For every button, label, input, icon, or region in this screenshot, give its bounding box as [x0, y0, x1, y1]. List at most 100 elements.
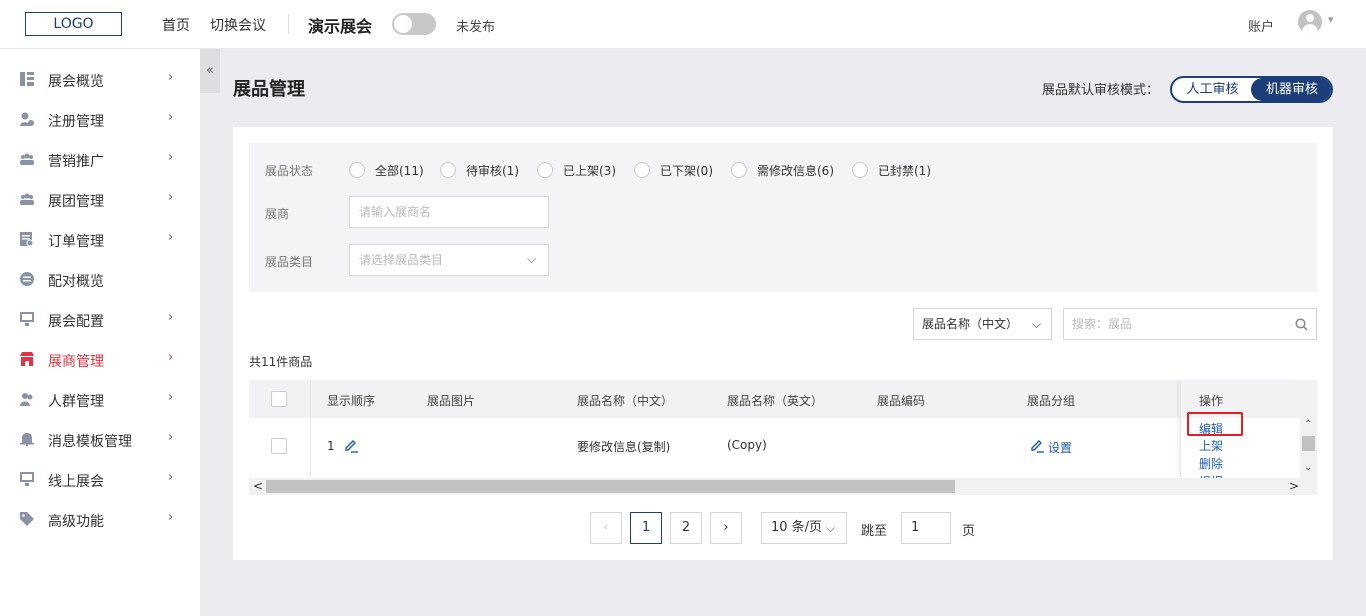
vertical-scrollbar[interactable]: ⌃ ⌄	[1300, 418, 1317, 478]
page-size-value: 10 条/页	[771, 520, 823, 535]
sidebar-item-exhibitor-management[interactable]: 展商管理 ›	[0, 339, 200, 379]
delete-link[interactable]: 删除	[1199, 455, 1223, 472]
review-mode-machine[interactable]: 机器审核	[1251, 78, 1331, 101]
radio-label: 全部(11)	[375, 164, 424, 178]
avatar-icon[interactable]	[1298, 10, 1322, 34]
row-checkbox[interactable]	[271, 438, 287, 454]
sidebar-item-online-expo[interactable]: 线上展会 ›	[0, 459, 200, 499]
page-size-select[interactable]: 10 条/页 ⌵	[761, 512, 847, 544]
radio-circle	[537, 162, 553, 178]
sidebar: 展会概览 › 注册管理 › 营销推广 › 展团管理 › 订单管理 › 配对概览 …	[0, 49, 200, 616]
search-placeholder: 搜索：展品	[1072, 317, 1133, 331]
column-header: 显示顺序	[327, 394, 376, 408]
scroll-up-icon[interactable]: ⌃	[1304, 419, 1312, 430]
chevron-right-icon: ›	[168, 110, 174, 125]
account-link[interactable]: 账户	[1248, 16, 1274, 35]
page-title: 展品管理	[233, 79, 305, 100]
sidebar-item-expo-overview[interactable]: 展会概览 ›	[0, 59, 200, 99]
radio-label: 已上架(3)	[563, 164, 616, 178]
nav-home[interactable]: 首页	[162, 15, 190, 35]
group-settings-link[interactable]: 设置	[1048, 439, 1072, 456]
scroll-left-icon[interactable]: <	[253, 479, 263, 493]
dashboard-icon	[20, 72, 34, 86]
prev-page-button[interactable]: ‹	[590, 512, 622, 544]
display-order: 1	[327, 439, 335, 453]
header-divider	[288, 14, 289, 34]
page-suffix: 页	[962, 524, 976, 539]
scroll-right-icon[interactable]: >	[1289, 479, 1299, 493]
edit-icon[interactable]	[343, 437, 359, 453]
radio-label: 需修改信息(6)	[757, 164, 834, 178]
nav-switch-meeting[interactable]: 切换会议	[210, 15, 266, 35]
radio-label: 已下架(0)	[660, 164, 713, 178]
sort-field-select[interactable]: 展品名称（中文） ⌵	[913, 308, 1052, 340]
scroll-thumb[interactable]	[1302, 436, 1315, 451]
user-register-icon	[20, 112, 34, 126]
search-icon[interactable]	[1295, 318, 1308, 331]
horizontal-scrollbar[interactable]: < >	[249, 478, 1317, 495]
sidebar-item-group-management[interactable]: 展团管理 ›	[0, 179, 200, 219]
scroll-thumb[interactable]	[266, 480, 955, 493]
sidebar-item-message-templates[interactable]: 消息模板管理 ›	[0, 419, 200, 459]
review-mode-manual[interactable]: 人工审核	[1172, 78, 1253, 101]
sidebar-item-advanced[interactable]: 高级功能 ›	[0, 499, 200, 539]
sidebar-item-registration[interactable]: 注册管理 ›	[0, 99, 200, 139]
jump-label: 跳至	[861, 524, 888, 539]
radio-circle	[852, 162, 868, 178]
sidebar-item-label: 消息模板管理	[48, 434, 132, 450]
publish-status: 未发布	[456, 20, 496, 35]
group-icon	[20, 153, 34, 165]
search-input[interactable]: 搜索：展品	[1063, 308, 1317, 340]
sidebar-item-label: 注册管理	[48, 114, 104, 130]
sidebar-item-label: 配对概览	[48, 274, 104, 290]
jump-page-input[interactable]: 1	[901, 512, 951, 544]
next-page-button[interactable]: ›	[710, 512, 742, 544]
sidebar-item-matching[interactable]: 配对概览	[0, 259, 200, 299]
radio-label: 已封禁(1)	[878, 164, 931, 178]
sidebar-item-label: 展会配置	[48, 314, 104, 330]
column-header: 展品图片	[427, 394, 476, 408]
monitor-icon	[20, 472, 34, 486]
page-button[interactable]: 2	[670, 512, 702, 544]
chevron-right-icon: ›	[168, 150, 174, 165]
chevron-right-icon: ›	[168, 390, 174, 405]
sidebar-item-label: 线上展会	[48, 474, 104, 490]
category-select[interactable]: 请选择展品类目	[349, 244, 549, 276]
page-button[interactable]: 1	[630, 512, 662, 544]
sidebar-item-orders[interactable]: 订单管理 ›	[0, 219, 200, 259]
toggle-knob	[394, 15, 412, 33]
sidebar-item-audience[interactable]: 人群管理 ›	[0, 379, 200, 419]
sidebar-item-label: 高级功能	[48, 514, 104, 530]
column-divider	[310, 380, 311, 478]
sidebar-item-marketing[interactable]: 营销推广 ›	[0, 139, 200, 179]
logo[interactable]: LOGO	[25, 12, 122, 36]
sidebar-item-expo-config[interactable]: 展会配置 ›	[0, 299, 200, 339]
chevron-right-icon: ›	[168, 430, 174, 445]
column-header: 操作	[1199, 394, 1224, 408]
select-all-checkbox[interactable]	[271, 391, 287, 407]
chevron-down-icon[interactable]: ▾	[1328, 13, 1334, 26]
chevron-down-icon: ⌵	[826, 521, 836, 535]
category-filter-label: 展品类目	[265, 255, 314, 269]
list-link[interactable]: 上架	[1199, 437, 1223, 454]
publish-toggle[interactable]	[392, 13, 436, 35]
sidebar-item-label: 人群管理	[48, 394, 104, 410]
order-icon	[20, 232, 34, 246]
chevron-right-icon: ›	[168, 510, 174, 525]
edit-icon[interactable]	[1029, 437, 1045, 453]
sidebar-item-label: 展商管理	[48, 354, 104, 370]
chevron-right-icon: ›	[168, 350, 174, 365]
sidebar-collapse-button[interactable]: «	[200, 49, 220, 93]
scroll-down-icon[interactable]: ⌄	[1304, 462, 1312, 473]
product-name-en: (Copy)	[727, 438, 767, 452]
top-header: LOGO 首页 切换会议 演示展会 未发布 账户 ▾	[0, 0, 1366, 49]
chevron-right-icon: ›	[168, 70, 174, 85]
match-icon	[20, 272, 34, 286]
column-header: 展品编码	[877, 394, 926, 408]
radio-circle	[349, 162, 365, 178]
store-icon	[20, 352, 34, 366]
column-header: 展品名称（英文）	[727, 394, 824, 408]
exhibitor-input[interactable]: 请输入展商名	[349, 196, 549, 228]
sidebar-item-label: 展团管理	[48, 194, 104, 210]
sidebar-item-label: 营销推广	[48, 154, 104, 170]
